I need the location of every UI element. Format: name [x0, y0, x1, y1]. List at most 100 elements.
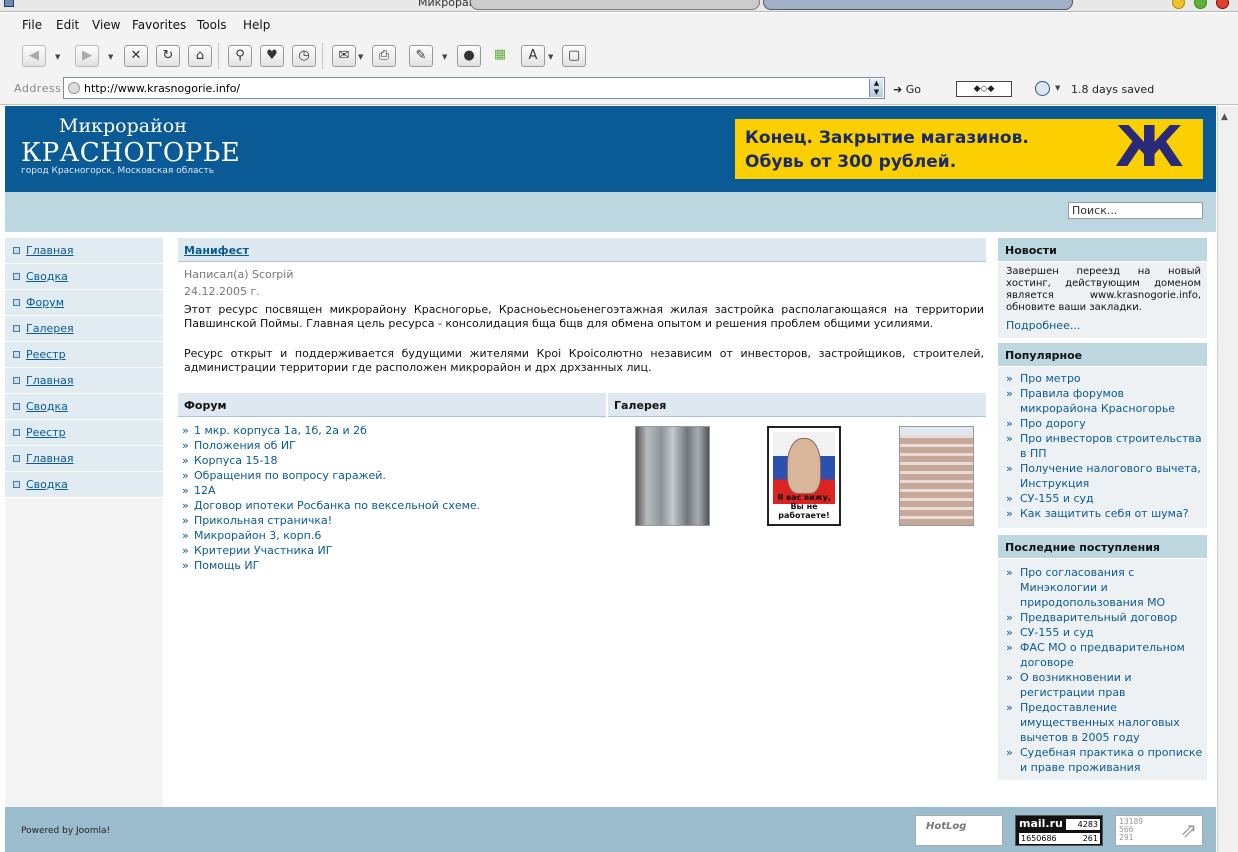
nav-link[interactable]: Сводка — [26, 270, 68, 283]
search-button[interactable]: ⚲ — [228, 45, 252, 67]
nav-link[interactable]: Реестр — [26, 348, 66, 361]
system-tray-widget[interactable] — [763, 0, 1073, 10]
nav-item[interactable]: Сводка — [5, 472, 163, 498]
forum-link[interactable]: 12А — [182, 483, 602, 498]
article-title[interactable]: Манифест — [184, 244, 249, 257]
popular-link[interactable]: Правила форумов микрорайона Красногорье — [1004, 386, 1204, 416]
mailru-counter[interactable]: mail.ru 4283 1650686 261 — [1015, 815, 1103, 846]
close-window-button[interactable] — [1216, 0, 1229, 9]
forum-link[interactable]: Положения об ИГ — [182, 438, 602, 453]
forum-link[interactable]: Договор ипотеки Росбанка по вексельной с… — [182, 498, 602, 513]
logo-subtitle: город Красногорск, Московская область — [21, 166, 215, 176]
nav-item[interactable]: Сводка — [5, 394, 163, 420]
nav-item[interactable]: Галерея — [5, 316, 163, 342]
popular-link[interactable]: Получение налогового вычета, Инструкция — [1004, 461, 1204, 491]
forum-link[interactable]: Прикольная страничка! — [182, 513, 602, 528]
nav-link[interactable]: Главная — [26, 244, 74, 257]
discuss-button[interactable]: ● — [457, 45, 481, 67]
nav-link[interactable]: Форум — [26, 296, 64, 309]
mail-dropdown-icon[interactable]: ▼ — [358, 53, 363, 61]
latest-link[interactable]: СУ-155 и суд — [1004, 625, 1204, 640]
stop-button[interactable]: ✕ — [124, 45, 148, 67]
clock-icon[interactable] — [1035, 81, 1050, 96]
menu-file[interactable]: File — [22, 18, 42, 32]
forum-link[interactable]: Корпуса 15-18 — [182, 453, 602, 468]
gallery-thumbnail-building[interactable] — [899, 426, 974, 526]
address-field[interactable]: ▲▼ — [63, 77, 885, 99]
nav-link[interactable]: Сводка — [26, 478, 68, 491]
nav-link[interactable]: Галерея — [26, 322, 74, 335]
address-input[interactable] — [84, 80, 864, 96]
history-button[interactable]: ◷ — [292, 45, 316, 67]
latest-link[interactable]: Предварительный договор — [1004, 610, 1204, 625]
nav-item[interactable]: Главная — [5, 238, 163, 264]
media-player-widget[interactable] — [470, 0, 760, 10]
edit-dropdown-icon[interactable]: ▼ — [442, 53, 447, 61]
menu-help[interactable]: Help — [243, 18, 270, 32]
popular-link[interactable]: Про метро — [1004, 371, 1204, 386]
eraser-button[interactable]: ◆◇◆ — [956, 81, 1012, 97]
popular-link[interactable]: Как защитить себя от шума? — [1004, 506, 1204, 521]
forum-link[interactable]: Критерии Участника ИГ — [182, 543, 602, 558]
minimize-button[interactable] — [1172, 0, 1185, 9]
liveinternet-counter[interactable]: 13189 566 291 ⇗ — [1115, 815, 1203, 846]
forum-link[interactable]: Помощь ИГ — [182, 558, 602, 573]
fullscreen-button[interactable]: ▢ — [562, 45, 586, 67]
nav-item[interactable]: Реестр — [5, 342, 163, 368]
nav-link[interactable]: Сводка — [26, 400, 68, 413]
favorites-button[interactable]: ♥ — [260, 45, 284, 67]
bullet-icon — [13, 403, 20, 410]
mail-button[interactable]: ✉ — [332, 45, 356, 67]
font-size-button[interactable]: A — [521, 45, 545, 67]
nav-item[interactable]: Сводка — [5, 264, 163, 290]
nav-link[interactable]: Главная — [26, 452, 74, 465]
gallery-thumbnail-pipes[interactable] — [635, 426, 710, 526]
counter-arrow-icon: ⇗ — [1180, 818, 1197, 842]
menu-favorites[interactable]: Favorites — [132, 18, 186, 32]
popular-link[interactable]: СУ-155 и суд — [1004, 491, 1204, 506]
latest-link[interactable]: Судебная практика о прописке и праве про… — [1004, 745, 1204, 775]
latest-link[interactable]: Про согласования с Минэкологии и природо… — [1004, 565, 1204, 610]
gallery-thumbnail-poster[interactable]: Я вас вижу, Вы не работаете! — [767, 426, 841, 526]
advertising-banner[interactable]: Конец. Закрытие магазинов. Обувь от 300 … — [735, 119, 1203, 179]
address-dropdown-button[interactable]: ▲ ▼ — [869, 79, 883, 97]
forum-link[interactable]: Микрорайон 3, корп.6 — [182, 528, 602, 543]
latest-link[interactable]: Предоставление имущественных налоговых в… — [1004, 700, 1204, 745]
print-button[interactable]: ⎙ — [372, 45, 396, 67]
site-search-input[interactable] — [1068, 202, 1203, 219]
hotlog-counter[interactable]: HotLog — [915, 815, 1003, 846]
menu-edit[interactable]: Edit — [56, 18, 79, 32]
forward-button[interactable]: ▶ — [75, 45, 99, 67]
font-size-dropdown-icon[interactable]: ▼ — [548, 53, 553, 61]
nav-item[interactable]: Главная — [5, 446, 163, 472]
vertical-scrollbar[interactable]: ▲ — [1217, 106, 1238, 852]
home-button[interactable]: ⌂ — [188, 45, 212, 67]
back-button[interactable]: ◀ — [22, 45, 46, 67]
popular-link[interactable]: Про дорогу — [1004, 416, 1204, 431]
scroll-up-icon[interactable]: ▲ — [1221, 112, 1228, 122]
go-button[interactable]: ➜ Go — [893, 83, 921, 96]
maximize-button[interactable] — [1194, 0, 1207, 9]
research-button[interactable]: ▦ — [488, 45, 512, 67]
nav-item[interactable]: Форум — [5, 290, 163, 316]
nav-link[interactable]: Реестр — [26, 426, 66, 439]
forum-link[interactable]: Обращения по вопросу гаражей. — [182, 468, 602, 483]
news-more-link[interactable]: Подробнее... — [1006, 319, 1080, 332]
reload-button[interactable]: ↻ — [156, 45, 180, 67]
menu-tools[interactable]: Tools — [197, 18, 227, 32]
logo-title[interactable]: Микрорайон — [59, 115, 187, 137]
logo-name[interactable]: КРАСНОГОРЬЕ — [21, 138, 240, 168]
latest-link[interactable]: ФАС МО о предварительном договоре — [1004, 640, 1204, 670]
forum-header: Форум — [178, 393, 606, 417]
back-dropdown-icon[interactable]: ▼ — [55, 53, 60, 61]
forum-link[interactable]: 1 мкр. корпуса 1а, 1б, 2а и 2б — [182, 423, 602, 438]
nav-link[interactable]: Главная — [26, 374, 74, 387]
edit-button[interactable]: ✎ — [409, 45, 433, 67]
forward-dropdown-icon[interactable]: ▼ — [108, 53, 113, 61]
nav-item[interactable]: Главная — [5, 368, 163, 394]
nav-item[interactable]: Реестр — [5, 420, 163, 446]
popular-link[interactable]: Про инвесторов строительства в ПП — [1004, 431, 1204, 461]
clock-dropdown-icon[interactable]: ▼ — [1055, 84, 1060, 92]
latest-link[interactable]: О возникновении и регистрации прав — [1004, 670, 1204, 700]
menu-view[interactable]: View — [92, 18, 120, 32]
